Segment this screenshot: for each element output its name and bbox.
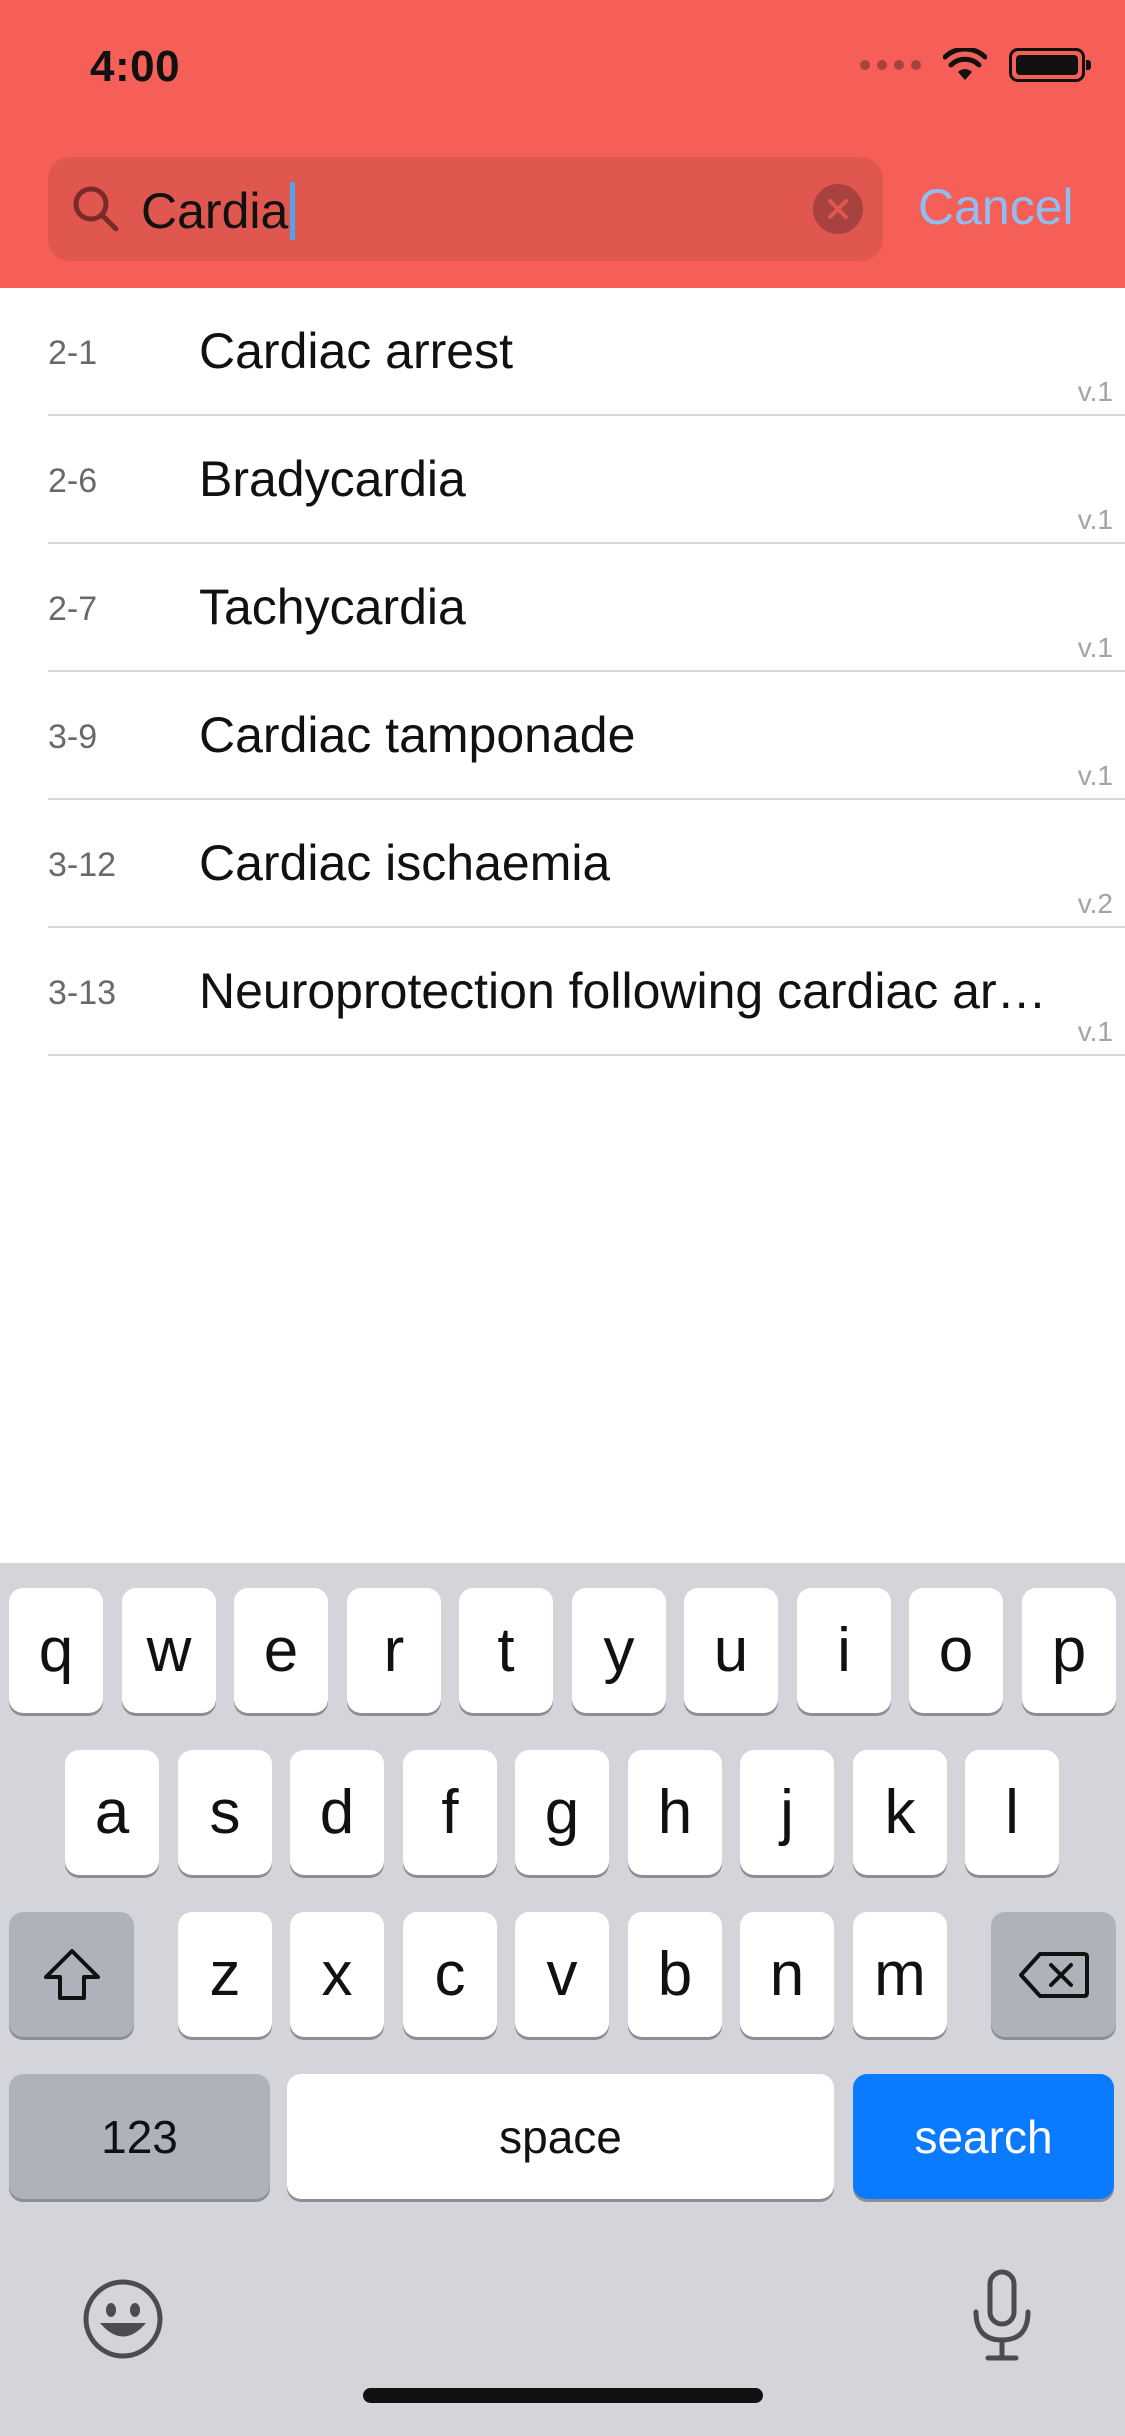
list-item[interactable]: 3-13 Neuroprotection following cardiac a… bbox=[0, 928, 1125, 1056]
key-b[interactable]: b bbox=[628, 1912, 722, 2037]
status-time: 4:00 bbox=[90, 42, 181, 91]
item-code: 3-9 bbox=[48, 718, 98, 756]
search-query: Cardia bbox=[141, 183, 289, 239]
key-m[interactable]: m bbox=[853, 1912, 947, 2037]
item-title: Neuroprotection following cardiac ar… bbox=[199, 963, 1047, 1019]
item-title: Bradycardia bbox=[199, 451, 466, 507]
key-l[interactable]: l bbox=[965, 1750, 1059, 1875]
key-o[interactable]: o bbox=[909, 1588, 1003, 1713]
key-e[interactable]: e bbox=[234, 1588, 328, 1713]
item-title: Cardiac arrest bbox=[199, 323, 513, 379]
item-version: v.1 bbox=[1077, 504, 1113, 535]
key-q[interactable]: q bbox=[9, 1588, 103, 1713]
clear-search-button[interactable] bbox=[813, 184, 863, 234]
key-z[interactable]: z bbox=[178, 1912, 272, 2037]
item-code: 3-12 bbox=[48, 846, 117, 884]
home-indicator bbox=[363, 2388, 763, 2403]
list-item[interactable]: 3-9 Cardiac tamponade v.1 bbox=[0, 672, 1125, 800]
item-code: 2-7 bbox=[48, 590, 98, 628]
item-version: v.1 bbox=[1077, 1016, 1113, 1047]
key-a[interactable]: a bbox=[65, 1750, 159, 1875]
header: 4:00 Cardia Cancel bbox=[0, 0, 1125, 288]
list-item[interactable]: 2-1 Cardiac arrest v.1 bbox=[0, 288, 1125, 416]
key-f[interactable]: f bbox=[403, 1750, 497, 1875]
search-key[interactable]: search bbox=[853, 2074, 1114, 2199]
divider bbox=[48, 1054, 1125, 1056]
key-y[interactable]: y bbox=[572, 1588, 666, 1713]
emoji-icon[interactable] bbox=[82, 2278, 164, 2360]
search-field[interactable]: Cardia bbox=[48, 157, 883, 261]
key-h[interactable]: h bbox=[628, 1750, 722, 1875]
numbers-key[interactable]: 123 bbox=[9, 2074, 270, 2199]
item-title: Tachycardia bbox=[199, 579, 466, 635]
item-version: v.1 bbox=[1077, 632, 1113, 663]
key-i[interactable]: i bbox=[797, 1588, 891, 1713]
results-list: 2-1 Cardiac arrest v.1 2-6 Bradycardia v… bbox=[0, 288, 1125, 1056]
shift-key[interactable] bbox=[9, 1912, 134, 2037]
key-s[interactable]: s bbox=[178, 1750, 272, 1875]
key-p[interactable]: p bbox=[1022, 1588, 1116, 1713]
key-g[interactable]: g bbox=[515, 1750, 609, 1875]
list-item[interactable]: 2-6 Bradycardia v.1 bbox=[0, 416, 1125, 544]
key-v[interactable]: v bbox=[515, 1912, 609, 2037]
key-x[interactable]: x bbox=[290, 1912, 384, 2037]
list-item[interactable]: 2-7 Tachycardia v.1 bbox=[0, 544, 1125, 672]
backspace-icon bbox=[1018, 1951, 1089, 1998]
key-d[interactable]: d bbox=[290, 1750, 384, 1875]
search-input[interactable]: Cardia bbox=[141, 182, 296, 240]
key-t[interactable]: t bbox=[459, 1588, 553, 1713]
key-j[interactable]: j bbox=[740, 1750, 834, 1875]
cellular-signal-icon bbox=[860, 60, 921, 70]
keyboard: q w e r t y u i o p a s d f g h j k l z … bbox=[0, 1563, 1125, 2436]
item-version: v.2 bbox=[1077, 888, 1113, 919]
key-n[interactable]: n bbox=[740, 1912, 834, 2037]
key-r[interactable]: r bbox=[347, 1588, 441, 1713]
search-icon bbox=[73, 186, 119, 232]
wifi-icon bbox=[943, 48, 987, 80]
battery-icon bbox=[1009, 48, 1091, 82]
cancel-button[interactable]: Cancel bbox=[918, 178, 1074, 236]
key-w[interactable]: w bbox=[122, 1588, 216, 1713]
item-version: v.1 bbox=[1077, 760, 1113, 791]
key-c[interactable]: c bbox=[403, 1912, 497, 2037]
item-title: Cardiac ischaemia bbox=[199, 835, 611, 891]
space-key[interactable]: space bbox=[287, 2074, 834, 2199]
item-code: 3-13 bbox=[48, 974, 117, 1012]
shift-icon bbox=[43, 1948, 100, 2000]
list-item[interactable]: 3-12 Cardiac ischaemia v.2 bbox=[0, 800, 1125, 928]
key-u[interactable]: u bbox=[684, 1588, 778, 1713]
clear-icon bbox=[828, 199, 848, 219]
item-code: 2-6 bbox=[48, 462, 98, 500]
microphone-icon[interactable] bbox=[970, 2268, 1034, 2364]
item-code: 2-1 bbox=[48, 334, 98, 372]
item-version: v.1 bbox=[1077, 376, 1113, 407]
status-icons bbox=[860, 48, 1091, 82]
key-k[interactable]: k bbox=[853, 1750, 947, 1875]
text-cursor bbox=[290, 182, 296, 240]
delete-key[interactable] bbox=[991, 1912, 1116, 2037]
item-title: Cardiac tamponade bbox=[199, 707, 636, 763]
